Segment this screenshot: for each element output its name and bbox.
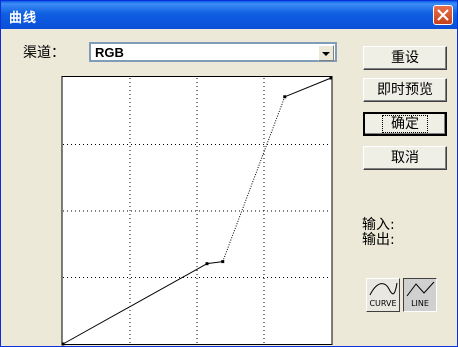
- cancel-button-label: 取消: [391, 150, 419, 166]
- curve-control-point[interactable]: [61, 342, 65, 346]
- close-button[interactable]: [433, 5, 453, 25]
- cancel-button[interactable]: 取消: [363, 146, 447, 170]
- line-mode-button[interactable]: LINE: [403, 278, 437, 312]
- reset-button[interactable]: 重设: [363, 46, 447, 70]
- live-preview-button-label: 即时预览: [377, 82, 433, 98]
- chevron-down-icon: [322, 52, 330, 56]
- channel-value: RGB: [95, 45, 124, 60]
- line-mode-label: LINE: [411, 299, 429, 308]
- curve-mode-button[interactable]: CURVE: [366, 278, 400, 312]
- title-bar[interactable]: 曲线: [1, 1, 457, 29]
- curve-mode-label: CURVE: [369, 299, 397, 308]
- curve-icon: [369, 282, 398, 296]
- curve-control-point[interactable]: [283, 95, 287, 99]
- live-preview-button[interactable]: 即时预览: [363, 78, 447, 102]
- curve-graph[interactable]: [61, 76, 333, 346]
- output-label: 输出:: [362, 232, 395, 248]
- curve-control-point[interactable]: [205, 262, 209, 266]
- curves-dialog: 曲线 渠道： RGB 重设 即时预览 确定 取消 输入: 输出: CURVE L…: [0, 0, 458, 347]
- ok-button-label: 确定: [382, 115, 428, 133]
- close-icon: [437, 9, 449, 21]
- window-title: 曲线: [9, 11, 38, 26]
- reset-button-label: 重设: [391, 50, 419, 66]
- channel-select[interactable]: RGB: [89, 42, 337, 62]
- input-label: 输入:: [362, 217, 395, 233]
- ok-button[interactable]: 确定: [363, 112, 447, 136]
- channel-label: 渠道：: [23, 45, 65, 61]
- channel-dropdown-button[interactable]: [318, 45, 334, 61]
- curve-control-point[interactable]: [329, 76, 333, 80]
- curve-control-point[interactable]: [221, 260, 225, 264]
- line-icon: [406, 281, 435, 297]
